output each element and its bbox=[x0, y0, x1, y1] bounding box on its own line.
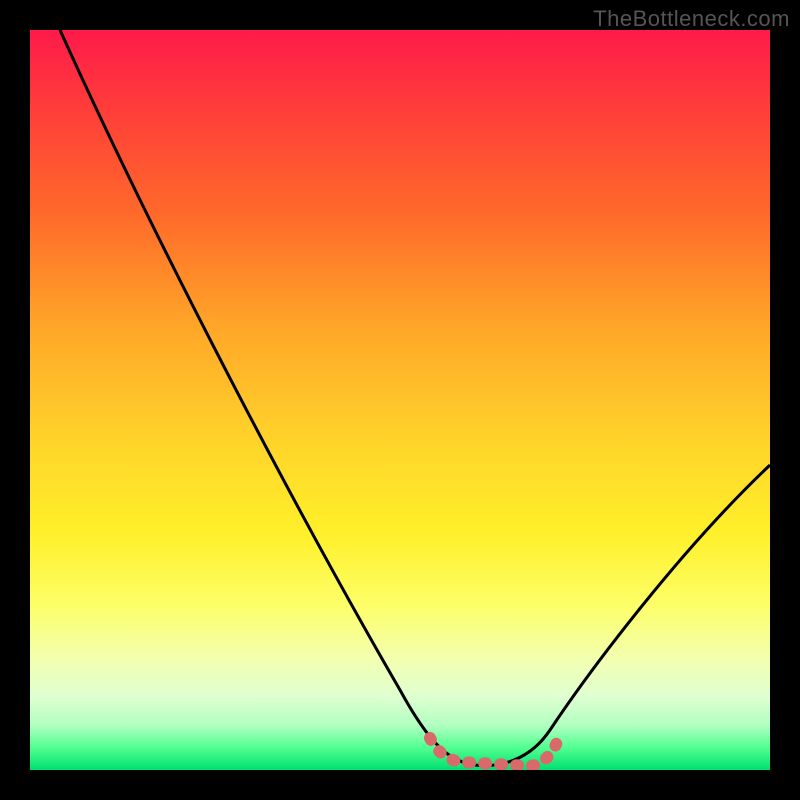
bottleneck-curve bbox=[60, 30, 770, 766]
curve-layer bbox=[30, 30, 770, 770]
plot-area bbox=[30, 30, 770, 770]
watermark-text: TheBottleneck.com bbox=[593, 6, 790, 32]
chart-frame: TheBottleneck.com bbox=[0, 0, 800, 800]
